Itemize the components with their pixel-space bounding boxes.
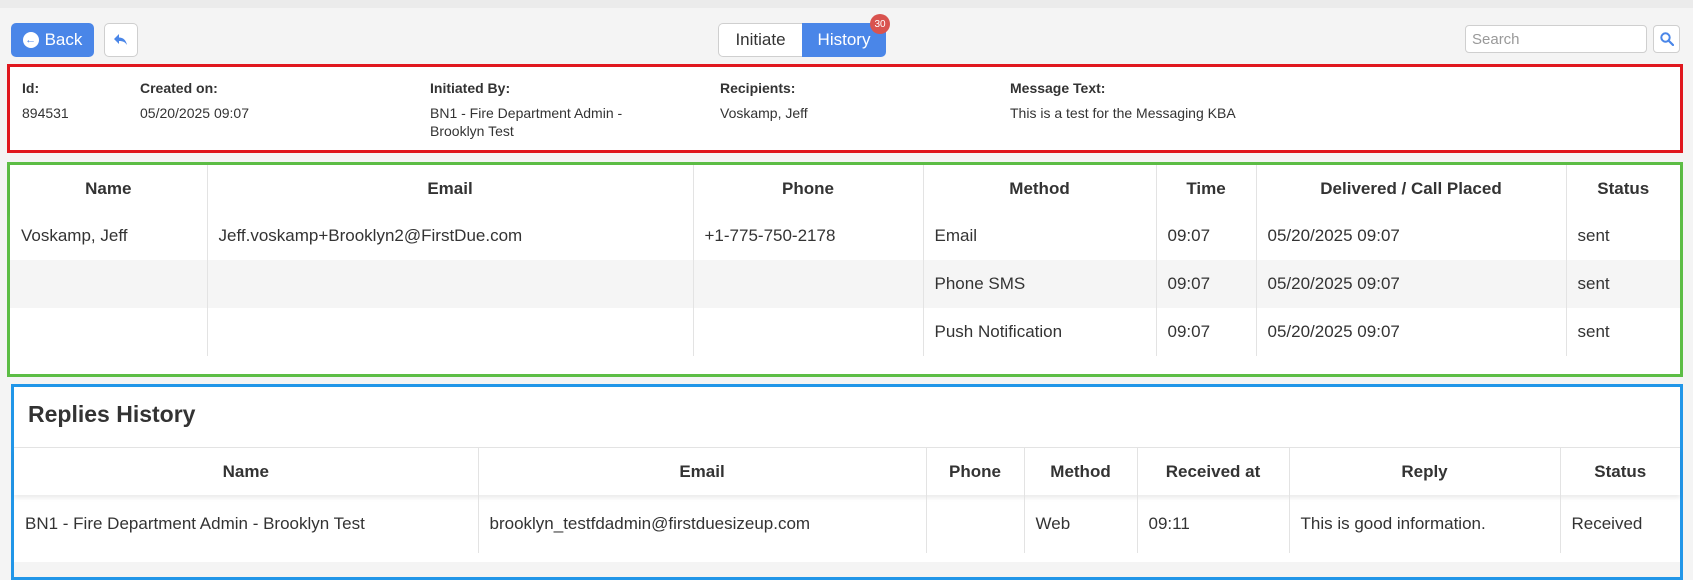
id-label: Id: [22,80,40,96]
cell-method: Phone SMS [922,260,1156,308]
id-value: 894531 [22,105,69,121]
recipients-field: Recipients: Voskamp, Jeff [720,79,980,122]
table-row: Phone SMS 09:07 05/20/2025 09:07 sent [10,260,1680,308]
cell-delivered: 05/20/2025 09:07 [1255,308,1566,356]
cell-phone: +1-775-750-2178 [692,212,923,260]
cell-name: Voskamp, Jeff [10,212,207,260]
cell-reply: This is good information. [1288,495,1560,553]
history-count-badge: 30 [870,14,890,34]
column-header-method[interactable]: Method [1023,447,1137,495]
column-header-reply[interactable]: Reply [1288,447,1560,495]
back-button[interactable]: ← Back [11,23,94,57]
column-header-phone[interactable]: Phone [925,447,1024,495]
column-header-name[interactable]: Name [14,447,478,495]
column-header-email[interactable]: Email [477,447,926,495]
initiated-by-field: Initiated By: BN1 - Fire Department Admi… [430,79,670,140]
column-header-email[interactable]: Email [206,165,693,212]
cell-name: BN1 - Fire Department Admin - Brooklyn T… [25,514,365,533]
delivery-table: Name Email Phone Method Time Delivered /… [10,165,1680,356]
id-field: Id: 894531 [22,79,122,122]
cell-status: Received [1559,495,1680,553]
column-header-status[interactable]: Status [1565,165,1680,212]
search-icon [1659,32,1674,46]
cell-received-at: 09:11 [1136,495,1289,553]
initiated-by-label: Initiated By: [430,80,511,96]
message-details-panel: Id: 894531 Created on: 05/20/2025 09:07 … [7,64,1683,153]
table-row: Voskamp, Jeff Jeff.voskamp+Brooklyn2@Fir… [10,212,1680,260]
replies-card: Replies History Name Email Phone Method … [14,387,1680,562]
reply-arrow-icon [114,34,127,45]
cell-name [10,308,207,356]
message-text-field: Message Text: This is a test for the Mes… [1010,79,1610,122]
replies-history-panel: Replies History Name Email Phone Method … [11,384,1683,580]
cell-phone [692,308,923,356]
delivery-status-panel: Name Email Phone Method Time Delivered /… [7,162,1683,377]
cell-phone [925,495,1024,553]
arrow-left-circle-icon: ← [22,32,39,48]
column-header-delivered[interactable]: Delivered / Call Placed [1255,165,1566,212]
reply-back-button[interactable] [104,23,138,57]
recipients-value: Voskamp, Jeff [720,105,808,121]
cell-email [206,260,693,308]
cell-name [10,260,207,308]
column-header-received-at[interactable]: Received at [1136,447,1289,495]
replies-table: Name Email Phone Method Received at Repl… [14,447,1680,553]
table-row: BN1 - Fire Department Admin - Brooklyn T… [14,495,1680,553]
back-button-label: Back [44,30,83,49]
delivery-header-row: Name Email Phone Method Time Delivered /… [10,165,1680,212]
search-button[interactable] [1653,25,1680,53]
cell-delivered: 05/20/2025 09:07 [1255,260,1566,308]
tab-history-label: History [817,30,871,49]
cell-email [206,308,693,356]
replies-header-row: Name Email Phone Method Received at Repl… [14,447,1680,495]
top-divider [0,0,1693,8]
cell-delivered: 05/20/2025 09:07 [1255,212,1566,260]
tab-initiate[interactable]: Initiate [718,23,802,57]
created-on-label: Created on: [140,80,218,96]
view-tabs: Initiate History 30 [718,14,890,57]
cell-status: sent [1565,308,1680,356]
created-on-field: Created on: 05/20/2025 09:07 [140,79,400,122]
cell-phone [692,260,923,308]
table-row: Push Notification 09:07 05/20/2025 09:07… [10,308,1680,356]
replies-title: Replies History [28,401,196,427]
tab-initiate-label: Initiate [735,30,786,49]
cell-method: Push Notification [922,308,1156,356]
cell-method: Email [922,212,1156,260]
column-header-phone[interactable]: Phone [692,165,923,212]
cell-time: 09:07 [1155,212,1256,260]
tab-history[interactable]: History 30 [802,14,890,57]
column-header-name[interactable]: Name [10,165,207,212]
column-header-status[interactable]: Status [1559,447,1680,495]
cell-status: sent [1565,212,1680,260]
message-text-label: Message Text: [1010,80,1106,96]
initiated-by-value: BN1 - Fire Department Admin - Brooklyn T… [430,105,623,139]
created-on-value: 05/20/2025 09:07 [140,105,249,121]
toolbar: ← Back Initiate History 30 [0,8,1693,64]
column-header-method[interactable]: Method [922,165,1156,212]
message-text-value: This is a test for the Messaging KBA [1010,105,1236,121]
cell-time: 09:07 [1155,260,1256,308]
cell-email: Jeff.voskamp+Brooklyn2@FirstDue.com [206,212,693,260]
search-input[interactable] [1465,25,1647,53]
cell-time: 09:07 [1155,308,1256,356]
cell-status: sent [1565,260,1680,308]
recipients-label: Recipients: [720,80,796,96]
cell-email: brooklyn_testfdadmin@firstduesizeup.com [477,495,926,553]
column-header-time[interactable]: Time [1155,165,1256,212]
cell-method: Web [1023,495,1137,553]
